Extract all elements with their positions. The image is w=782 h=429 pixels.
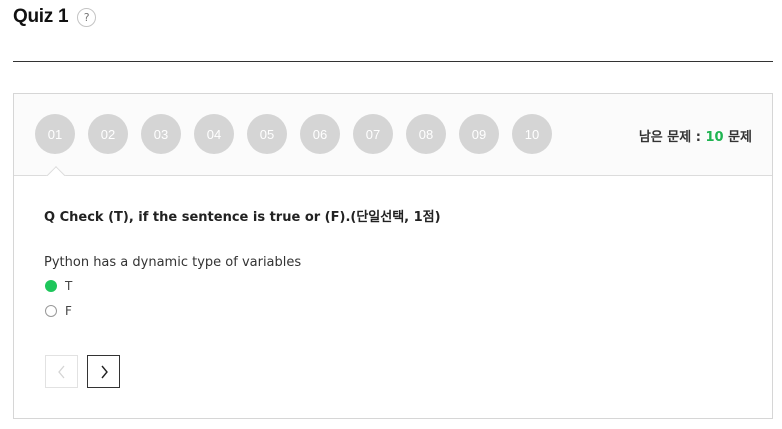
question-number-01[interactable]: 01 [35,114,75,154]
remaining-count: 10 [705,130,724,145]
question-text: Python has a dynamic type of variables [44,255,302,270]
question-number-03[interactable]: 03 [141,114,181,154]
question-number-02[interactable]: 02 [88,114,128,154]
next-button[interactable] [87,355,120,388]
radio-true[interactable] [45,280,57,292]
question-number-09[interactable]: 09 [459,114,499,154]
option-false-label: F [65,304,72,318]
quiz-header: Quiz 1 ? [13,6,97,28]
question-number-04[interactable]: 04 [194,114,234,154]
question-title: Q Check (T), if the sentence is true or … [44,210,441,225]
question-nav: 01 02 03 04 05 06 07 08 09 10 남은 문제 : 10… [14,94,772,176]
remaining-unit: 문제 [728,130,752,145]
question-number-05[interactable]: 05 [247,114,287,154]
option-false[interactable]: F [45,304,72,318]
header-divider [13,61,773,62]
prev-button[interactable] [45,355,78,388]
help-icon[interactable]: ? [77,7,97,27]
question-number-06[interactable]: 06 [300,114,340,154]
remaining-label: 남은 문제 : [638,130,701,145]
page-title: Quiz 1 [13,6,69,27]
option-true-label: T [65,279,73,293]
question-number-08[interactable]: 08 [406,114,446,154]
option-true[interactable]: T [45,279,72,293]
chevron-right-icon [100,365,108,378]
quiz-panel: 01 02 03 04 05 06 07 08 09 10 남은 문제 : 10… [13,93,773,419]
current-question-caret [46,165,66,176]
question-number-list: 01 02 03 04 05 06 07 08 09 10 [35,114,565,154]
chevron-left-icon [57,365,64,378]
radio-false[interactable] [45,305,57,317]
question-number-07[interactable]: 07 [353,114,393,154]
question-number-10[interactable]: 10 [512,114,552,154]
remaining-counter: 남은 문제 : 10 문제 [639,126,752,145]
